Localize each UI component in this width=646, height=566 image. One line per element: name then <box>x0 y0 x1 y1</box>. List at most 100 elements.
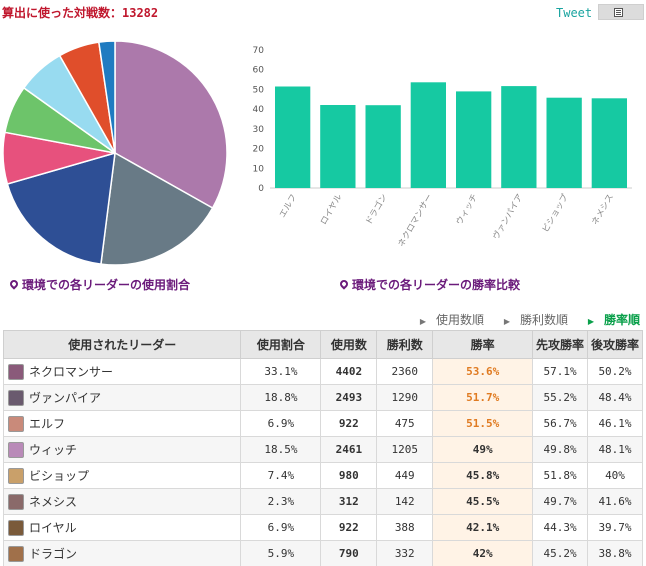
x-tick-label: エルフ <box>278 193 299 220</box>
leader-avatar <box>8 494 24 510</box>
y-tick-label: 30 <box>253 125 265 135</box>
first-cell: 55.2% <box>532 384 588 411</box>
triangle-right-icon: ▶ <box>419 317 426 326</box>
leader-avatar <box>8 390 24 406</box>
used-cell: 4402 <box>320 358 378 385</box>
wins-cell: 1205 <box>376 436 434 463</box>
bar[interactable] <box>320 105 356 188</box>
first-cell: 49.8% <box>532 436 588 463</box>
second-cell: 38.8% <box>587 540 643 566</box>
leader-avatar <box>8 416 24 432</box>
share-cell: 7.4% <box>240 462 322 489</box>
header-rate[interactable]: 勝率 <box>432 330 534 359</box>
used-cell: 922 <box>320 410 378 437</box>
leader-name-text: ヴァンパイア <box>29 391 102 405</box>
used-cell: 2493 <box>320 384 378 411</box>
table-row: ドラゴン 5.9% 790 332 42% 45.2% 38.8% <box>2 540 643 566</box>
first-cell: 57.1% <box>532 358 588 385</box>
second-cell: 40% <box>587 462 643 489</box>
used-cell: 790 <box>320 540 378 566</box>
used-cell: 922 <box>320 514 378 541</box>
leader-name-text: エルフ <box>29 417 66 431</box>
leader-name: ドラゴン <box>2 540 242 566</box>
tweet-link[interactable]: Tweet <box>556 6 592 20</box>
winrate-cell: 53.6% <box>432 358 534 385</box>
table-row: ヴァンパイア 18.8% 2493 1290 51.7% 55.2% 48.4% <box>2 384 643 411</box>
header-wins[interactable]: 勝利数 <box>376 330 434 359</box>
x-tick-label: ネメシス <box>590 193 616 227</box>
second-cell: 48.4% <box>587 384 643 411</box>
wins-cell: 475 <box>376 410 434 437</box>
winrate-cell: 45.8% <box>432 462 534 489</box>
y-tick-label: 0 <box>258 184 264 194</box>
first-cell: 49.7% <box>532 488 588 515</box>
leader-avatar <box>8 442 24 458</box>
header-first[interactable]: 先攻勝率 <box>532 330 588 359</box>
x-tick-label: ドラゴン <box>363 192 390 227</box>
bar[interactable] <box>591 98 627 188</box>
table-row: ネクロマンサー 33.1% 4402 2360 53.6% 57.1% 50.2% <box>2 358 643 385</box>
bar[interactable] <box>365 105 401 188</box>
bar[interactable] <box>275 86 311 189</box>
sort-by-wins[interactable]: ▶ 勝利数順 <box>496 313 568 327</box>
leader-avatar <box>8 468 24 484</box>
used-cell: 2461 <box>320 436 378 463</box>
bar[interactable] <box>546 97 582 188</box>
header-share[interactable]: 使用割合 <box>240 330 322 359</box>
header-second[interactable]: 後攻勝率 <box>587 330 643 359</box>
leader-name: ネメシス <box>2 488 242 515</box>
x-tick-label: ビショップ <box>541 192 571 234</box>
bar[interactable] <box>456 91 492 188</box>
sort-by-winrate[interactable]: ▶ 勝率順 <box>580 313 640 327</box>
leader-name-text: ドラゴン <box>29 547 78 561</box>
used-cell: 312 <box>320 488 378 515</box>
leader-avatar <box>8 546 24 562</box>
wins-cell: 332 <box>376 540 434 566</box>
leader-avatar <box>8 520 24 536</box>
second-cell: 46.1% <box>587 410 643 437</box>
share-cell: 5.9% <box>240 540 322 566</box>
wins-cell: 388 <box>376 514 434 541</box>
y-tick-label: 10 <box>253 164 265 174</box>
first-cell: 56.7% <box>532 410 588 437</box>
x-tick-label: ロイヤル <box>319 192 345 227</box>
header-used[interactable]: 使用数 <box>320 330 378 359</box>
bar[interactable] <box>410 82 446 188</box>
pie-caption: 環境での各リーダーの使用割合 <box>8 276 190 293</box>
leader-name: ウィッチ <box>2 436 242 463</box>
second-cell: 50.2% <box>587 358 643 385</box>
sort-by-usage[interactable]: ▶ 使用数順 <box>412 313 484 327</box>
first-cell: 44.3% <box>532 514 588 541</box>
header-leader[interactable]: 使用されたリーダー <box>2 330 242 359</box>
table-row: ウィッチ 18.5% 2461 1205 49% 49.8% 48.1% <box>2 436 643 463</box>
clipboard-icon <box>614 8 623 17</box>
share-cell: 6.9% <box>240 514 322 541</box>
winrate-cell: 45.5% <box>432 488 534 515</box>
total-matches-label: 算出に使った対戦数：13282 <box>2 6 159 20</box>
leader-name: ヴァンパイア <box>2 384 242 411</box>
table-header-row: 使用されたリーダー 使用割合 使用数 勝利数 勝率 先攻勝率 後攻勝率 <box>2 330 643 359</box>
winrate-cell: 42% <box>432 540 534 566</box>
leader-name-text: ロイヤル <box>29 521 77 535</box>
x-tick-label: ヴァンパイア <box>490 192 525 242</box>
first-cell: 51.8% <box>532 462 588 489</box>
winrate-cell: 51.5% <box>432 410 534 437</box>
map-pin-icon <box>8 278 20 290</box>
y-tick-label: 50 <box>253 85 265 95</box>
bar-svg: 0 10 20 30 40 50 60 70 エルフ ロイヤル ドラゴン ネクロマンサー ウィッチ ヴァン… <box>253 46 632 249</box>
winrate-cell: 51.7% <box>432 384 534 411</box>
pie-svg <box>2 40 228 266</box>
share-cell: 33.1% <box>240 358 322 385</box>
bar-caption: 環境での各リーダーの勝率比較 <box>338 276 520 293</box>
y-tick-label: 40 <box>253 105 265 115</box>
share-button[interactable] <box>598 4 644 20</box>
bar[interactable] <box>501 86 537 188</box>
triangle-right-icon: ▶ <box>503 317 510 326</box>
sort-by-usage-label: 使用数順 <box>435 313 484 327</box>
header: 算出に使った対戦数：13282 Tweet <box>0 0 646 26</box>
leader-name-text: ネクロマンサー <box>29 365 114 379</box>
sort-options: ▶ 使用数順 ▶ 勝利数順 ▶ 勝率順 <box>404 311 640 328</box>
table-row: ビショップ 7.4% 980 449 45.8% 51.8% 40% <box>2 462 643 489</box>
leader-name: ロイヤル <box>2 514 242 541</box>
table-row: エルフ 6.9% 922 475 51.5% 56.7% 46.1% <box>2 410 643 437</box>
